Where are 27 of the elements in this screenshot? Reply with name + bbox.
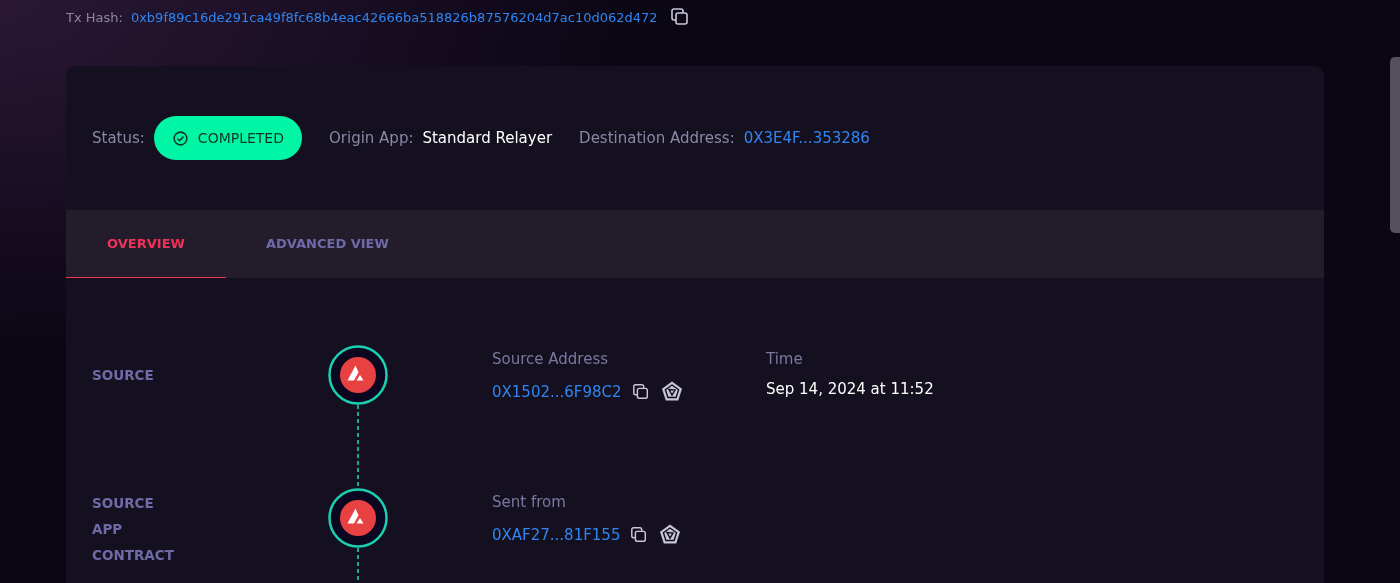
tab[interactable]: ADVANCED VIEW xyxy=(226,210,429,278)
step-label: SOURCE xyxy=(92,366,155,385)
check-circle-icon xyxy=(171,129,189,147)
status-label: Status: xyxy=(92,129,145,147)
origin-app-value: Standard Relayer xyxy=(422,129,553,147)
address-link[interactable]: 0XAF27...81F155 xyxy=(492,526,621,544)
step-label: SOURCE APP CONTRACT xyxy=(92,494,172,565)
field-label: Time xyxy=(766,350,804,368)
chain-logo-icon xyxy=(328,345,388,405)
field-value: Sep 14, 2024 at 11:52 xyxy=(766,380,934,398)
scrollbar[interactable] xyxy=(1390,57,1400,233)
tx-hash-label: Tx Hash: xyxy=(66,9,123,25)
status-badge: COMPLETED xyxy=(153,116,302,160)
tab[interactable]: OVERVIEW xyxy=(66,210,226,278)
copy-icon[interactable] xyxy=(630,526,649,544)
field-label: Source Address xyxy=(492,350,610,368)
explorer-icon[interactable] xyxy=(659,380,684,404)
chain-logo-icon xyxy=(328,488,388,548)
address-link[interactable]: 0X1502...6F98C2 xyxy=(492,383,622,401)
copy-icon[interactable] xyxy=(669,7,690,27)
field-label: Sent from xyxy=(492,493,567,511)
tx-hash-link[interactable]: 0xb9f89c16de291ca49f8fc68b4eac42666ba518826b87576204d7ac10d062d472 xyxy=(130,9,658,25)
explorer-icon[interactable] xyxy=(658,523,683,547)
origin-app-label: Origin App: xyxy=(329,129,414,147)
destination-address-link[interactable]: 0X3E4F...353286 xyxy=(743,129,870,147)
copy-icon[interactable] xyxy=(631,383,650,401)
destination-address-label: Destination Address: xyxy=(579,129,735,147)
